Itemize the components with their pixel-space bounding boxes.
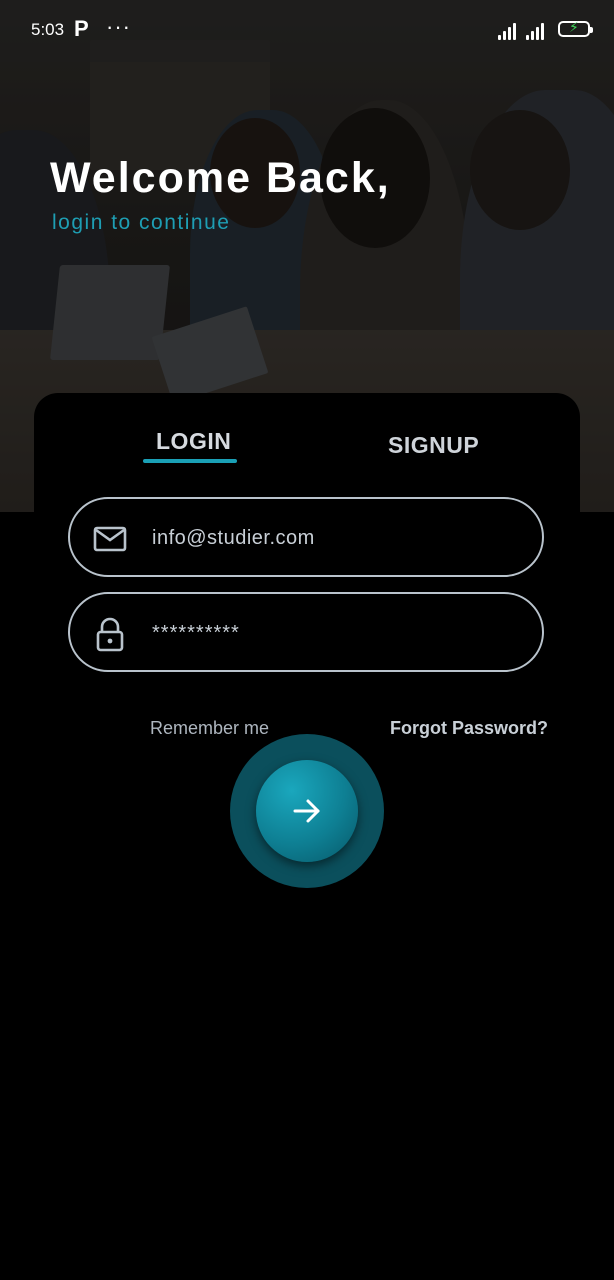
password-field[interactable] (68, 592, 544, 672)
signal-icon (526, 20, 550, 40)
tab-login[interactable]: LOGIN (156, 428, 231, 455)
password-input[interactable] (150, 612, 524, 654)
remember-me-toggle[interactable]: Remember me (150, 718, 269, 739)
status-time: 5:03 (31, 20, 65, 39)
login-card: LOGIN SIGNUP Remember me Forgot Password… (34, 393, 580, 953)
forgot-password-link[interactable]: Forgot Password? (390, 718, 548, 739)
active-tab-indicator (143, 459, 237, 463)
parking-app-icon: P (74, 16, 89, 41)
battery-charging-icon: ⚡ (558, 19, 593, 37)
mail-icon (93, 526, 127, 552)
signal-icon (498, 20, 522, 40)
page-subtitle: login to continue (52, 211, 231, 234)
tab-signup[interactable]: SIGNUP (388, 432, 479, 459)
email-field[interactable] (68, 497, 544, 577)
submit-button-ring (230, 734, 384, 888)
email-input[interactable] (150, 517, 524, 559)
login-screen: 5:03 P ··· ⚡ Welcome Back, login to cont… (0, 0, 614, 1280)
submit-button[interactable] (256, 760, 358, 862)
more-notifications-icon: ··· (106, 14, 131, 39)
status-bar: 5:03 P ··· ⚡ (0, 0, 614, 62)
lock-icon (96, 617, 124, 652)
page-title: Welcome Back, (50, 154, 391, 202)
arrow-right-icon (293, 799, 320, 823)
